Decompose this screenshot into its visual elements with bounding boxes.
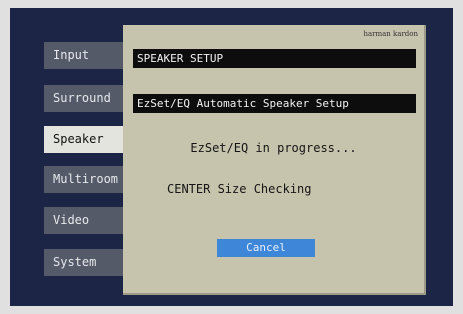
- speaker-setup-panel: harman kardon SPEAKER SETUP EzSet/EQ Aut…: [123, 25, 426, 295]
- menu-item-system[interactable]: System: [44, 249, 134, 276]
- progress-text: EzSet/EQ in progress...: [190, 141, 357, 155]
- osd-screen: Input Surround Speaker Multiroom Video S…: [10, 8, 453, 306]
- cancel-button[interactable]: Cancel: [217, 239, 315, 257]
- menu-item-multiroom[interactable]: Multiroom: [44, 166, 134, 193]
- menu-item-surround[interactable]: Surround: [44, 85, 134, 112]
- panel-title: SPEAKER SETUP: [133, 49, 416, 68]
- menu-item-speaker[interactable]: Speaker: [44, 126, 134, 153]
- menu-item-input[interactable]: Input: [44, 42, 134, 69]
- status-text: CENTER Size Checking: [167, 182, 312, 196]
- tv-frame: Input Surround Speaker Multiroom Video S…: [0, 0, 463, 314]
- menu-item-video[interactable]: Video: [44, 207, 134, 234]
- brand-logo: harman kardon: [363, 30, 418, 38]
- panel-subtitle: EzSet/EQ Automatic Speaker Setup: [133, 94, 416, 113]
